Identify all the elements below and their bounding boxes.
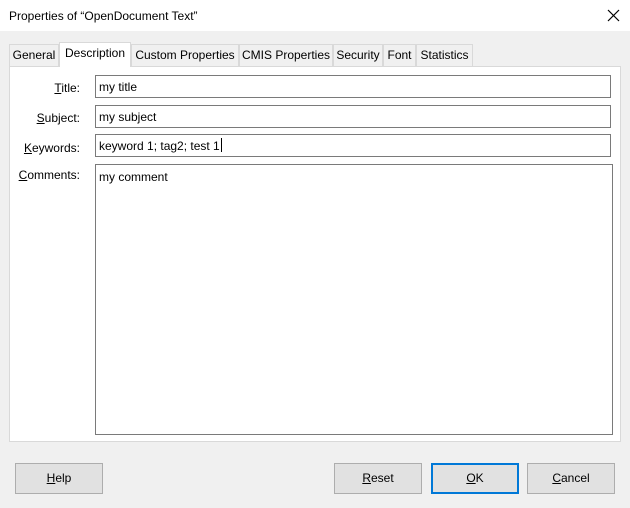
title-bar: Properties of “OpenDocument Text” [0,0,630,31]
close-icon [607,9,620,22]
comments-label: Comments: [18,168,80,182]
close-button[interactable] [598,0,630,31]
tab-bar: General Description Custom Properties CM… [9,42,629,67]
text-caret [220,138,222,152]
cancel-button[interactable]: Cancel [527,463,615,494]
tab-statistics[interactable]: Statistics [416,44,473,66]
subject-label: Subject: [36,111,80,125]
tab-custom-properties[interactable]: Custom Properties [131,44,239,66]
keywords-label: Keywords: [23,141,80,155]
tab-font[interactable]: Font [383,44,416,66]
title-field[interactable]: my title [95,75,611,98]
window-title: Properties of “OpenDocument Text” [9,9,198,23]
keywords-field[interactable]: keyword 1; tag2; test 1 [95,134,611,157]
title-label: Title: [54,81,80,95]
reset-button[interactable]: Reset [334,463,422,494]
comments-textarea[interactable]: my comment [95,164,613,435]
description-panel: Title: my title Subject: my subject Keyw… [9,66,621,442]
tab-security[interactable]: Security [333,44,383,66]
ok-button[interactable]: OK [431,463,519,494]
tab-general[interactable]: General [9,44,59,66]
tab-description[interactable]: Description [59,42,131,67]
tab-cmis-properties[interactable]: CMIS Properties [239,44,333,66]
subject-field[interactable]: my subject [95,105,611,128]
help-button[interactable]: Help [15,463,103,494]
